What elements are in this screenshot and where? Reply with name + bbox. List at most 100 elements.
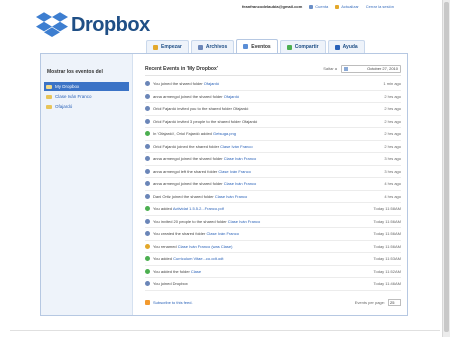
user-icon	[145, 81, 150, 87]
brand-name: Dropbox	[71, 13, 150, 36]
sidebar-item-label: Ofajardó	[55, 104, 73, 109]
event-link[interactable]: Clase Iván Franco	[220, 144, 252, 149]
add-icon	[145, 256, 150, 262]
event-link[interactable]: Clase Iván Franco	[224, 181, 256, 186]
sidebar-item-label: My Dropbox	[55, 84, 80, 89]
user-icon	[145, 168, 150, 174]
jump-to: Saltar a October 27, 2010	[323, 64, 401, 73]
event-description: anna armengol left the shared folder	[153, 168, 219, 174]
event-time: 1 min ago	[383, 81, 401, 87]
tab-label: Archivos	[205, 44, 228, 50]
event-link[interactable]: Clase Iván Franco	[228, 219, 260, 224]
event-time: 3 hrs ago	[384, 168, 401, 174]
sidebar-item[interactable]: Clase Iván Franco	[41, 92, 132, 101]
event-description: Oriol Fajardó joined the shared folder	[153, 143, 221, 149]
user-icon	[145, 193, 150, 199]
event-link[interactable]: Clase Iván Franco (was Clase)	[178, 244, 233, 249]
subscribe-feed-link[interactable]: Subscribe to this feed.	[145, 300, 193, 305]
sidebar-title: Mostrar los eventos del	[47, 69, 103, 75]
events-footer: Subscribe to this feed. Events per page:…	[145, 299, 401, 306]
tab-events[interactable]: Eventos	[236, 39, 278, 53]
logout-link[interactable]: Cerrar la sesión	[366, 4, 394, 9]
event-row: You created the shared folder Clase Iván…	[145, 228, 401, 241]
event-link[interactable]: Ofajardó	[204, 81, 219, 86]
event-time: 4 hrs ago	[384, 181, 401, 187]
event-description: In 'Ofajardó', Oriol Fajardó added	[153, 131, 214, 137]
event-row: anna armengol joined the shared folder O…	[145, 91, 401, 103]
folder-icon	[46, 94, 52, 99]
date-value: October 27, 2010	[367, 66, 398, 71]
event-time: Today 11:46AM	[373, 281, 402, 287]
tab-files[interactable]: Archivos	[190, 40, 235, 53]
main-tabs: Empezar Archivos Eventos Compartir Ayuda	[146, 39, 365, 53]
event-link[interactable]: Clase Iván Franco	[206, 231, 238, 236]
account-links: feanfrancodelaubia@gmail.com Cuenta Actu…	[242, 4, 394, 9]
upgrade-link[interactable]: Actualizar	[335, 4, 359, 9]
event-time: Today 11:53AM	[373, 256, 402, 262]
files-icon	[197, 44, 203, 50]
event-description: You joined Dropbox	[153, 281, 188, 287]
event-link[interactable]: Getsuga.png	[213, 131, 236, 136]
event-time: 2 hrs ago	[384, 143, 401, 149]
tab-label: Compartir	[294, 44, 319, 50]
events-title: Recent Events in 'My Dropbox'	[145, 65, 218, 72]
getting-started-icon	[153, 44, 158, 50]
event-link[interactable]: Clase Iván Franco	[224, 156, 256, 161]
account-link[interactable]: Cuenta	[309, 4, 328, 9]
event-text: In 'Ofajardó', Oriol Fajardó added Getsu…	[153, 131, 351, 136]
event-text: You invited 20 people to the shared fold…	[153, 219, 351, 224]
user-icon	[145, 118, 150, 124]
event-time: 2 hrs ago	[384, 106, 401, 112]
user-icon	[145, 156, 150, 162]
folder-icon	[46, 84, 52, 89]
event-description: You created the shared folder	[153, 231, 207, 237]
page-scrollbar[interactable]	[442, 0, 450, 337]
subscribe-label: Subscribe to this feed.	[153, 300, 193, 305]
rss-icon	[145, 300, 150, 305]
help-icon	[334, 44, 340, 50]
per-page-select[interactable]: 25	[388, 299, 401, 306]
upgrade-link-label: Actualizar	[341, 4, 359, 9]
user-icon	[145, 143, 150, 149]
event-link[interactable]: Clase Iván Franco	[215, 194, 247, 199]
event-time: 3 hrs ago	[384, 156, 401, 162]
tab-label: Eventos	[251, 43, 271, 50]
tab-getting-started[interactable]: Empezar	[146, 40, 189, 53]
events-per-page: Events per page: 25	[355, 299, 401, 306]
sidebar-item[interactable]: Ofajardó	[41, 102, 132, 111]
user-email: feanfrancodelaubia@gmail.com	[241, 4, 303, 9]
event-link[interactable]: Actividat 1.5.5.2...Franco.pdf	[173, 206, 224, 211]
event-link[interactable]: Curriculum Vitae...co.odt.odt	[173, 256, 223, 261]
event-time: Today 11:56AM	[373, 243, 402, 249]
dropbox-logo[interactable]: Dropbox	[36, 10, 150, 40]
event-description: Oriol Fajardó invited 3 people to the sh…	[153, 118, 258, 124]
tab-share[interactable]: Compartir	[279, 40, 326, 53]
event-time: Today 11:52AM	[373, 268, 402, 274]
add-icon	[145, 131, 150, 137]
user-icon	[145, 106, 150, 112]
star-icon	[335, 4, 340, 9]
event-row: Oriol Fajardó joined the shared folder C…	[145, 141, 401, 153]
event-time: 2 hrs ago	[384, 93, 401, 99]
events-panel: Mostrar los eventos del My Dropbox Clase …	[40, 53, 408, 316]
user-icon	[145, 93, 150, 99]
add-icon	[145, 206, 150, 212]
event-link[interactable]: Clase Iván Franco	[218, 169, 250, 174]
user-icon	[145, 218, 150, 224]
add-icon	[145, 268, 150, 274]
event-time: 4 hrs ago	[384, 193, 401, 199]
event-link[interactable]: Clase	[191, 269, 201, 274]
event-row: You added Actividat 1.5.5.2...Franco.pdf…	[145, 203, 401, 216]
date-picker[interactable]: October 27, 2010	[341, 64, 401, 73]
tab-help[interactable]: Ayuda	[327, 40, 365, 53]
scrollbar-thumb[interactable]	[444, 2, 449, 332]
event-time: Today 11:58AM	[373, 206, 402, 212]
dropbox-box-icon	[36, 12, 68, 37]
event-time: Today 11:56AM	[373, 231, 402, 237]
sidebar: Mostrar los eventos del My Dropbox Clase …	[41, 54, 133, 315]
event-text: anna armengol joined the shared folder C…	[153, 181, 351, 186]
event-description: anna armengol joined the shared folder	[153, 156, 224, 162]
event-text: anna armengol joined the shared folder O…	[153, 94, 351, 99]
sidebar-item[interactable]: My Dropbox	[44, 82, 129, 91]
event-link[interactable]: Ofajardó	[224, 94, 239, 99]
